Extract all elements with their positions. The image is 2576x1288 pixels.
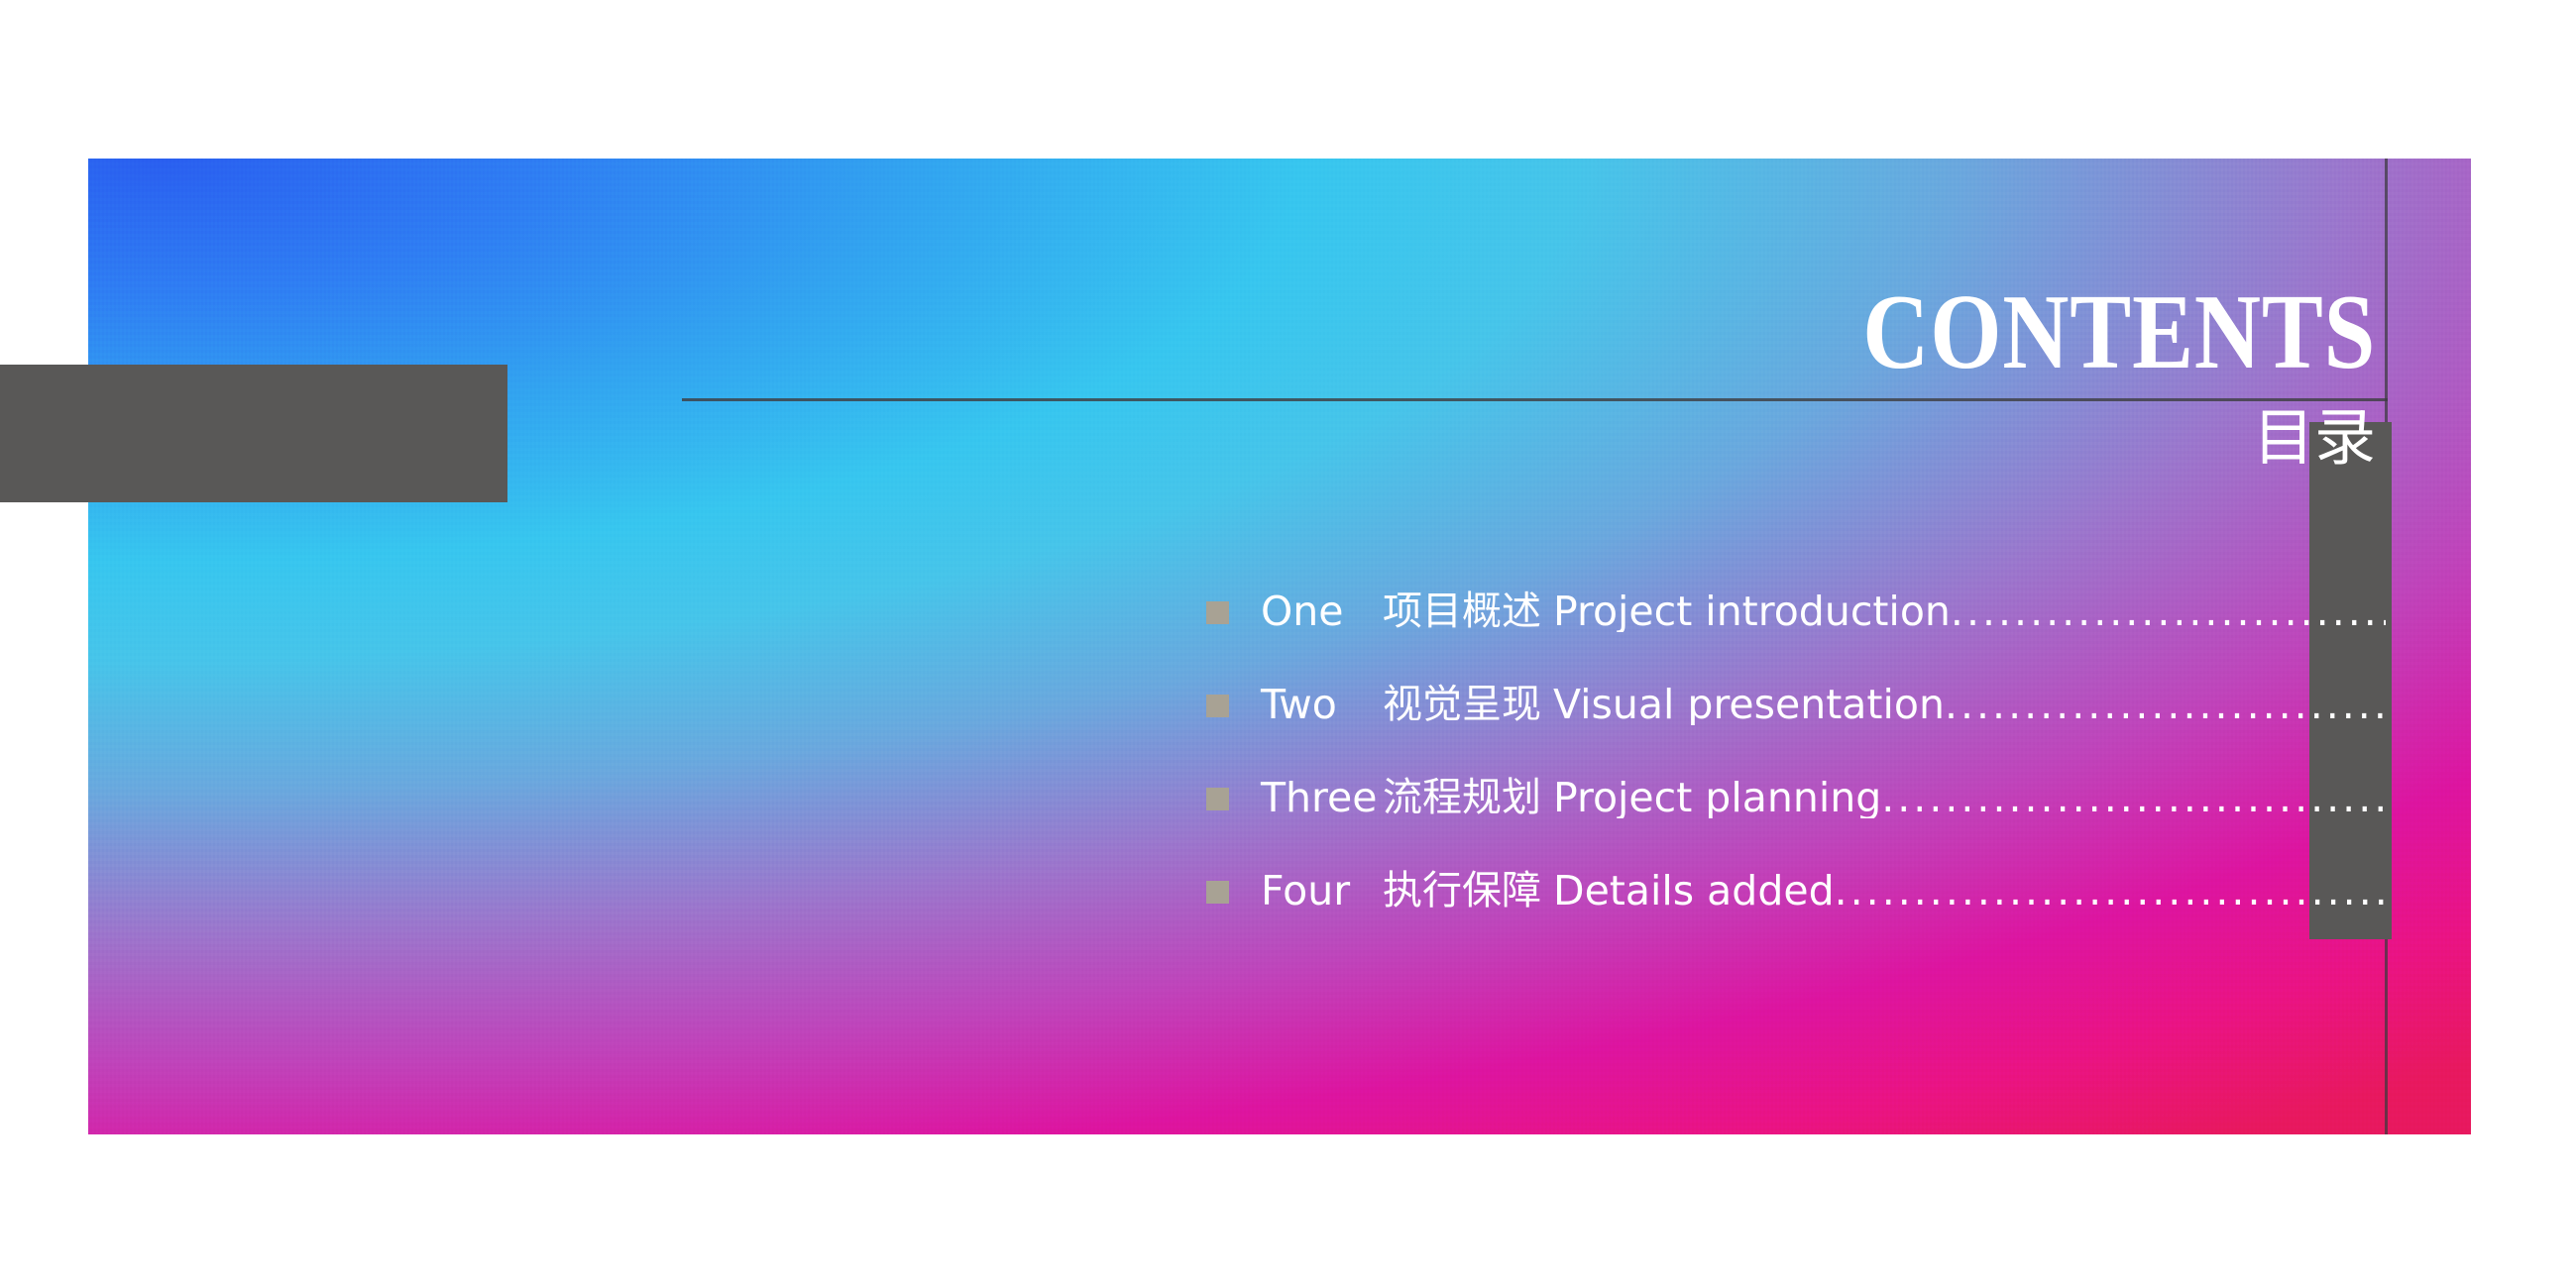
- dot-leader: ........................................…: [1950, 590, 2386, 632]
- dot-leader: ........................................…: [1834, 870, 2386, 912]
- list-item-index: One: [1261, 587, 1344, 635]
- page-subtitle: 目录: [2252, 401, 2376, 474]
- list-item-title-en: Project planning: [1553, 777, 1882, 818]
- list-item-title-cn: 执行保障: [1383, 868, 1541, 913]
- list-item[interactable]: Four 执行保障 Details added ................…: [1206, 844, 2386, 937]
- bullet-square-icon: [1206, 787, 1229, 810]
- bullet-square-icon: [1206, 880, 1229, 904]
- list-item[interactable]: One 项目概述 Project introduction ..........…: [1206, 565, 2386, 658]
- list-item-title-en: Details added: [1553, 870, 1835, 912]
- list-item-title-group: Project planning .......................…: [1553, 778, 2386, 818]
- grey-accent-block-left: [0, 365, 507, 502]
- list-item-title-group: Visual presentation ....................…: [1553, 685, 2386, 725]
- list-item[interactable]: Two 视觉呈现 Visual presentation ...........…: [1206, 658, 2386, 751]
- list-item-title-en: Project introduction: [1553, 590, 1951, 632]
- list-item-index: Two: [1261, 680, 1337, 728]
- list-item-title-cn: 项目概述: [1383, 589, 1541, 634]
- presentation-slide: CONTENTS 目录 One 项目概述 Project introductio…: [88, 159, 2471, 1134]
- bullet-square-icon: [1206, 694, 1229, 717]
- dot-leader: ........................................…: [1944, 684, 2386, 725]
- dot-leader: ........................................…: [1881, 777, 2386, 818]
- contents-list: One 项目概述 Project introduction ..........…: [1206, 565, 2386, 937]
- list-item-title-en: Visual presentation: [1553, 684, 1945, 725]
- list-item-title-group: Details added ..........................…: [1553, 871, 2386, 912]
- list-item[interactable]: Three 流程规划 Project planning ............…: [1206, 751, 2386, 844]
- list-item-title-group: Project introduction ...................…: [1553, 591, 2386, 632]
- bullet-square-icon: [1206, 600, 1229, 624]
- list-item-title-cn: 流程规划: [1383, 775, 1541, 820]
- horizontal-divider-rule: [682, 398, 2388, 401]
- list-item-title-cn: 视觉呈现: [1383, 682, 1541, 727]
- list-item-index: Three: [1261, 773, 1378, 821]
- page-title: CONTENTS: [1862, 273, 2376, 391]
- list-item-index: Four: [1261, 866, 1351, 914]
